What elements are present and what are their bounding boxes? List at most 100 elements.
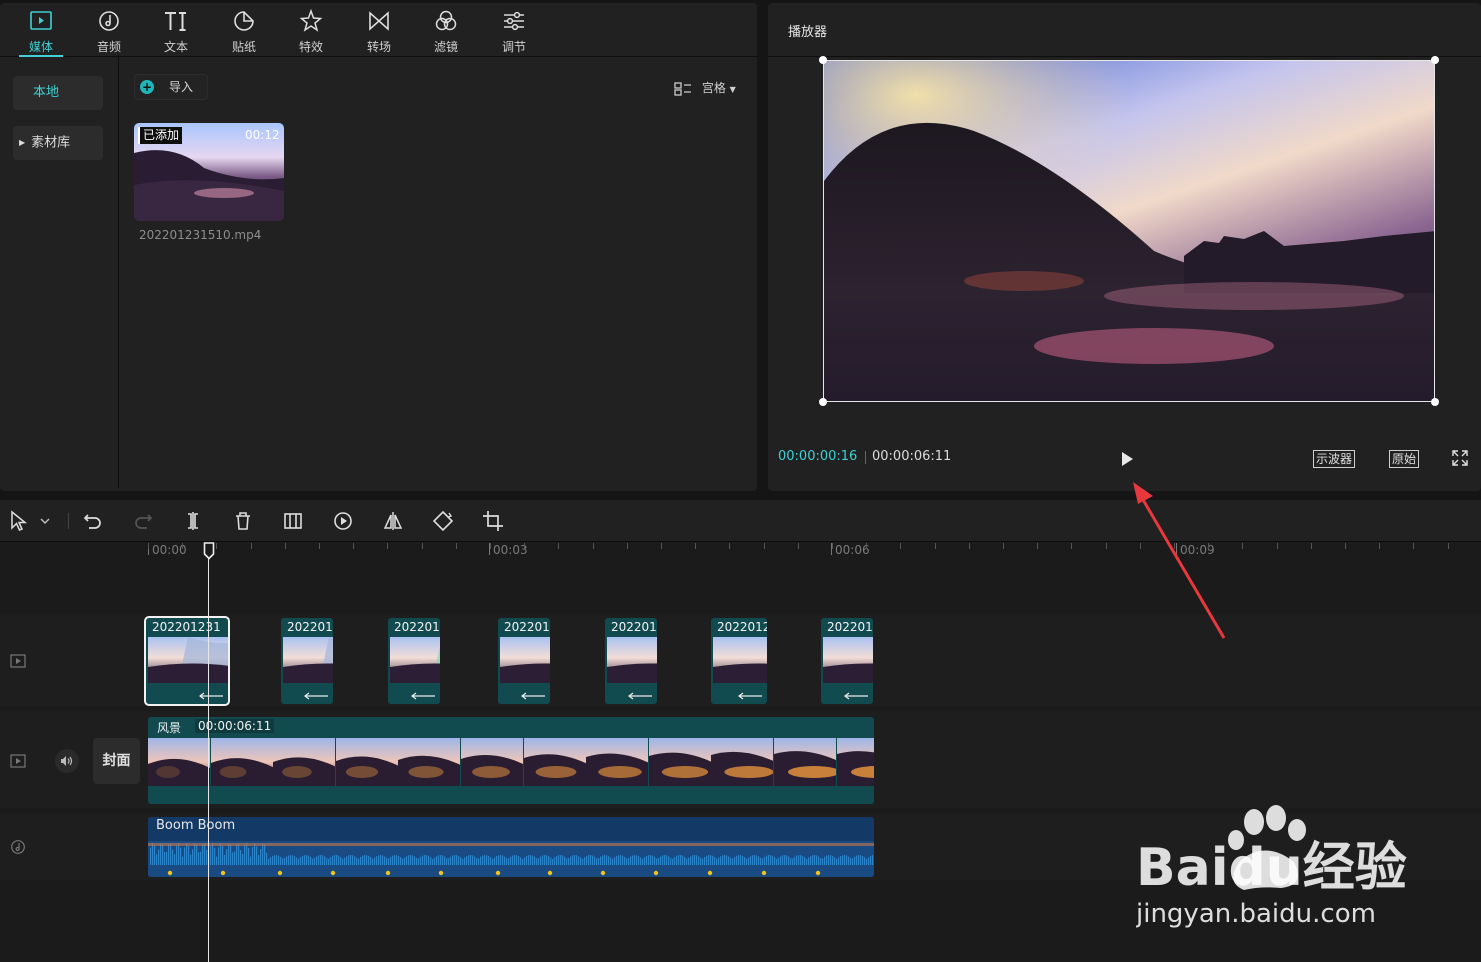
view-mode-label: 宫格 <box>701 81 726 95</box>
toolbar-divider <box>68 513 69 529</box>
reverse-arrow-icon <box>521 692 545 700</box>
tab-media-label: 媒体 <box>28 40 53 54</box>
ruler-tick <box>764 543 765 549</box>
film-frame <box>461 738 523 786</box>
ruler-tick <box>558 543 559 549</box>
effects-icon <box>299 9 323 32</box>
ruler-tick <box>661 543 662 549</box>
import-button[interactable]: + 导入 <box>134 74 208 100</box>
tab-effects[interactable]: 特效 <box>279 3 343 57</box>
split-clip-label: 202201 <box>611 620 657 634</box>
tab-transition[interactable]: 转场 <box>347 3 411 57</box>
select-cursor-icon[interactable] <box>8 510 30 532</box>
scope-button[interactable]: 示波器 <box>1313 450 1356 468</box>
tab-filter[interactable]: 滤镜 <box>414 3 478 57</box>
video-track-icon <box>10 754 26 768</box>
split-clip[interactable]: 202201231 <box>144 616 230 706</box>
split-clip-thumbnail <box>390 637 440 683</box>
total-time: 00:00:06:11 <box>872 449 952 464</box>
split-clip-thumbnail <box>500 637 550 683</box>
freeze-frame-icon[interactable] <box>282 510 304 532</box>
tab-sticker[interactable]: 贴纸 <box>212 3 276 57</box>
current-time: 00:00:00:16 <box>778 449 858 464</box>
undo-icon[interactable] <box>82 510 104 532</box>
ruler-tick <box>319 543 320 549</box>
ruler-tick <box>387 543 388 549</box>
time-ruler[interactable] <box>147 542 1481 562</box>
film-frame <box>148 738 210 786</box>
ruler-tick <box>729 543 730 549</box>
reverse-arrow-icon <box>199 692 223 700</box>
crop-handle-bottom-left[interactable] <box>819 398 827 406</box>
speaker-icon <box>61 756 73 766</box>
preview-frame <box>824 61 1434 401</box>
ratio-button[interactable]: 原始 <box>1389 450 1420 468</box>
delete-icon[interactable] <box>232 510 254 532</box>
crop-icon[interactable] <box>482 510 504 532</box>
split-clip-thumbnail <box>148 637 228 683</box>
split-clip-label: 202201 <box>827 620 873 634</box>
video-track-icon <box>10 654 26 668</box>
split-clip-thumbnail <box>607 637 657 683</box>
split-clip[interactable]: 202201 <box>821 618 873 704</box>
crop-handle-bottom-right[interactable] <box>1431 398 1439 406</box>
video-preview[interactable] <box>823 60 1435 402</box>
audio-clip[interactable] <box>148 817 874 877</box>
ruler-label: 00:06 <box>835 543 870 557</box>
ruler-tick <box>456 543 457 549</box>
main-clip-duration: 00:00:06:11 <box>195 719 275 733</box>
rotate-icon[interactable] <box>432 510 454 532</box>
film-frame <box>836 738 874 786</box>
tab-filter-label: 滤镜 <box>433 40 458 54</box>
split-clip[interactable]: 202201 <box>388 618 440 704</box>
reverse-arrow-icon <box>628 692 652 700</box>
ruler-tick <box>285 543 286 549</box>
audio-icon <box>99 11 119 31</box>
adjust-icon <box>504 11 524 31</box>
ruler-tick <box>216 543 217 549</box>
film-frame <box>774 738 836 786</box>
split-icon[interactable] <box>182 510 204 532</box>
baidu-watermark: Baidu经验 jingyan.baidu.com <box>1136 805 1407 929</box>
split-clip[interactable]: 202201 <box>605 618 657 704</box>
tab-audio[interactable]: 音频 <box>77 3 141 57</box>
ruler-tick <box>524 543 525 549</box>
split-clip[interactable]: 202201 <box>498 618 550 704</box>
plus-icon: + <box>140 80 154 94</box>
crop-handle-top-left[interactable] <box>819 56 827 64</box>
cover-button[interactable]: 封面 <box>93 738 140 784</box>
tab-media[interactable]: 媒体 <box>9 3 73 57</box>
media-tabbar: 媒体 音频 文本 贴纸 特效 转场 滤镜 调节 <box>0 3 757 57</box>
play-icon[interactable] <box>1119 450 1135 468</box>
film-frame <box>648 738 711 786</box>
tab-adjust[interactable]: 调节 <box>482 3 546 57</box>
redo-icon[interactable] <box>132 510 154 532</box>
main-clip-name: 风景 <box>157 721 182 735</box>
sidebar-item-library[interactable]: ▶ 素材库 <box>13 126 103 160</box>
split-clip-label: 202201 <box>394 620 440 634</box>
split-clip[interactable]: 202201 <box>281 618 333 704</box>
split-clip[interactable]: 2022012 <box>711 618 767 704</box>
reverse-play-icon[interactable] <box>332 510 354 532</box>
playhead-handle[interactable] <box>203 542 215 560</box>
ruler-tick <box>1311 543 1312 549</box>
view-mode-dropdown[interactable]: 宫格 ▼ <box>674 78 736 98</box>
divider <box>768 56 1481 57</box>
media-filename: 202201231510.mp4 <box>139 228 262 242</box>
film-frame <box>273 738 336 786</box>
chevron-down-icon[interactable] <box>37 510 53 532</box>
ruler-tick <box>1071 543 1072 549</box>
playhead[interactable] <box>208 550 209 962</box>
caret-down-icon: ▼ <box>729 85 736 94</box>
film-frame <box>523 738 586 786</box>
ruler-tick <box>695 543 696 549</box>
sidebar-item-local[interactable]: 本地 <box>13 76 103 110</box>
tab-text[interactable]: 文本 <box>144 3 208 57</box>
mirror-icon[interactable] <box>382 510 404 532</box>
split-clip-label: 2022012 <box>717 620 767 634</box>
fullscreen-icon[interactable] <box>1452 450 1468 466</box>
mute-toggle[interactable] <box>55 749 79 773</box>
music-track-icon <box>11 840 25 854</box>
ruler-tick <box>490 543 491 549</box>
crop-handle-top-right[interactable] <box>1431 56 1439 64</box>
